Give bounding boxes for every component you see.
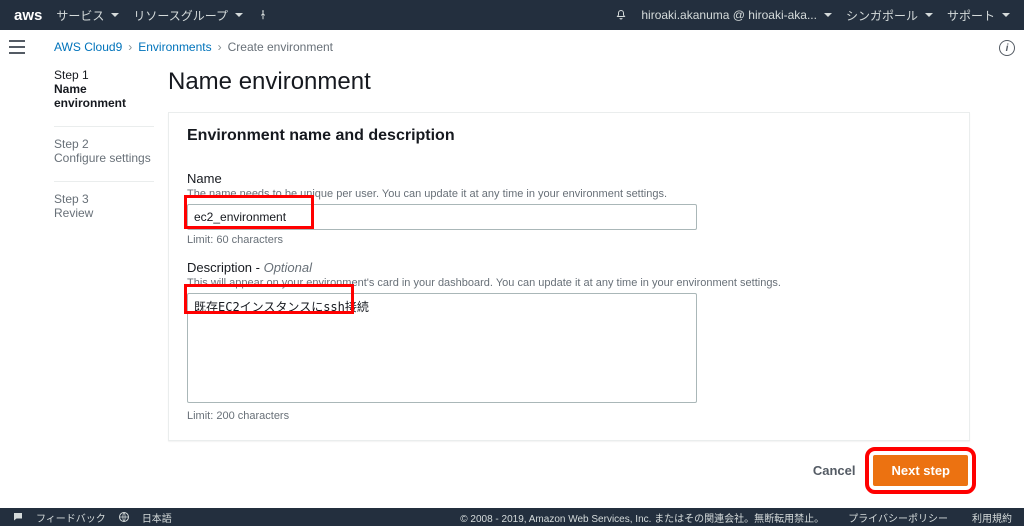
nav-support[interactable]: サポート [947,7,1010,24]
chevron-right-icon: › [218,40,222,54]
cancel-button[interactable]: Cancel [813,463,856,478]
info-icon[interactable]: i [999,40,1015,56]
breadcrumb-environments[interactable]: Environments [138,40,211,54]
bell-icon [615,9,627,21]
nav-account[interactable]: hiroaki.akanuma @ hiroaki-aka... [641,8,832,22]
description-limit: Limit: 200 characters [187,410,951,422]
nav-pin[interactable] [257,9,269,21]
description-input[interactable] [187,293,697,403]
name-hint: The name needs to be unique per user. Yo… [187,188,951,200]
side-nav-toggle[interactable] [9,40,25,54]
next-step-button[interactable]: Next step [873,455,968,486]
step-3: Step 3 Review [54,192,154,220]
step-1: Step 1 Name environment [54,68,154,110]
footer-bar: フィードバック 日本語 © 2008 - 2019, Amazon Web Se… [0,508,1024,526]
wizard-steps: Step 1 Name environment Step 2 Configure… [44,68,154,486]
page-title: Name environment [168,68,970,96]
chevron-right-icon: › [128,40,132,54]
globe-icon [118,511,130,523]
name-description-panel: Environment name and description Name Th… [168,112,970,441]
nav-notifications[interactable] [615,9,627,21]
nav-region[interactable]: シンガポール [846,7,933,24]
footer-feedback[interactable]: フィードバック [36,510,106,525]
breadcrumb-current: Create environment [228,40,333,54]
panel-header: Environment name and description [169,113,969,153]
description-label: Description - Optional [187,260,951,275]
breadcrumb-root[interactable]: AWS Cloud9 [54,40,122,54]
breadcrumb: AWS Cloud9 › Environments › Create envir… [54,40,970,54]
name-label: Name [187,171,951,186]
description-hint: This will appear on your environment's c… [187,277,951,289]
footer-copyright: © 2008 - 2019, Amazon Web Services, Inc.… [460,510,824,525]
name-input[interactable] [187,204,697,230]
name-limit: Limit: 60 characters [187,234,951,246]
step-2: Step 2 Configure settings [54,137,154,165]
aws-logo-text: aws [14,7,42,24]
speech-bubble-icon [12,511,24,523]
pin-icon [257,9,269,21]
footer-terms[interactable]: 利用規約 [972,510,1012,525]
nav-resource-groups[interactable]: リソースグループ [133,7,243,24]
footer-privacy[interactable]: プライバシーポリシー [848,510,948,525]
nav-services[interactable]: サービス [56,7,119,24]
aws-logo[interactable]: aws [14,7,42,24]
footer-language[interactable]: 日本語 [142,510,172,525]
top-nav: aws サービス リソースグループ hiroaki.akanuma @ hiro… [0,0,1024,30]
